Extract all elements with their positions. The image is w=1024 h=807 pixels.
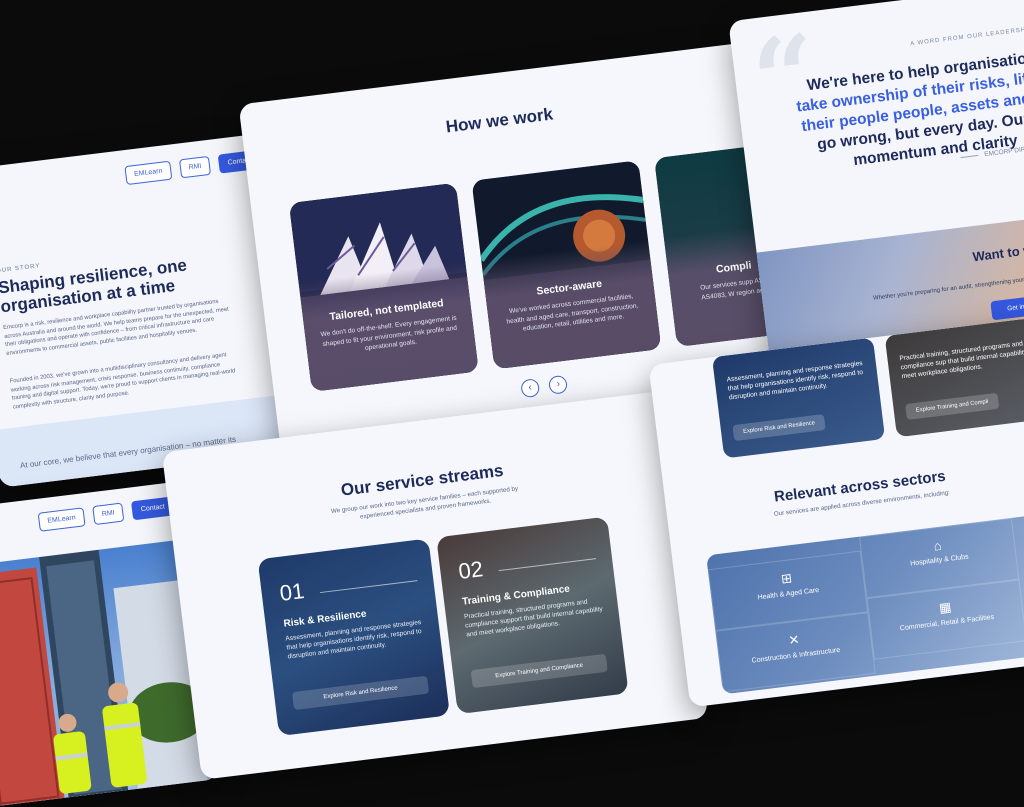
service-number: 01 [278,578,306,606]
explore-training-button[interactable]: Explore Training and Compli [905,392,1000,420]
showcase-collage: EMLearn RMI Contact OUR STORY Shaping re… [0,0,1024,807]
top-nav: EMLearn RMI Contact [33,494,175,532]
quote-kicker: A WORD FROM OUR LEADERSHIP [909,26,1024,48]
chevron-right-icon[interactable]: › [548,374,569,395]
rmi-button[interactable]: RMI [178,155,212,179]
section-title: How we work [444,104,554,137]
explore-training-button[interactable]: Explore Training and Compliance [470,653,608,689]
explore-risk-button[interactable]: Explore Risk and Resilience [732,414,826,442]
rmi-button[interactable]: RMI [91,502,125,526]
service-number: 02 [457,556,485,584]
leadership-quote-panel: “ A WORD FROM OUR LEADERSHIP We're here … [728,0,1024,364]
service-card[interactable]: 01 Risk & Resilience Assessment, plannin… [257,538,450,737]
service-card[interactable]: 02 Training & Compliance Practical train… [436,516,629,715]
sectors-grid: ⊞ Health & Aged Care ⌂ Hospitality & Clu… [706,511,1024,695]
carousel-controls: ‹ › [520,372,574,399]
service-card[interactable]: Practical training, structured programs … [884,317,1024,438]
emlearn-button[interactable]: EMLearn [37,507,86,532]
divider [320,580,418,594]
story-paragraph: Founded in 2003, we've grown into a mult… [9,352,236,411]
service-card[interactable]: Assessment, planning and response strate… [711,337,886,459]
service-streams-panel: Our service streams We group our work in… [161,390,709,780]
emlearn-button[interactable]: EMLearn [124,160,173,186]
explore-risk-button[interactable]: Explore Risk and Resilience [292,675,430,711]
service-description: Assessment, planning and response strate… [726,359,864,402]
top-nav: EMLearn RMI Contact [120,148,262,186]
service-description: Practical training, structured programs … [899,340,1024,381]
approach-card[interactable]: Sector-aware We've worked across commerc… [471,160,662,370]
approach-card[interactable]: Tailored, not templated We don't do off-… [288,182,479,392]
divider [498,558,597,572]
chevron-left-icon[interactable]: ‹ [520,378,541,399]
sectors-panel: Assessment, planning and response strate… [648,317,1024,708]
